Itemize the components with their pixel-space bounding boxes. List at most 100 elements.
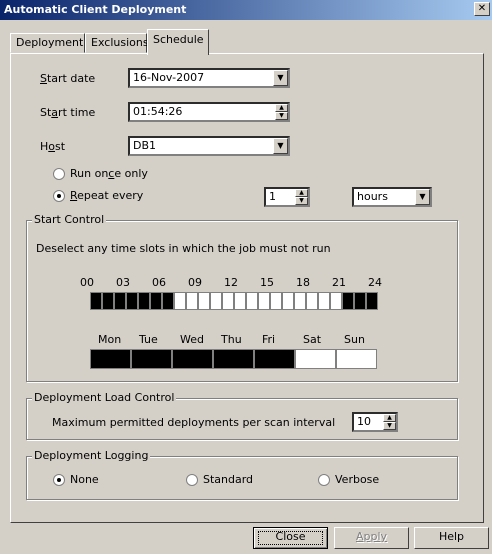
hour-slot[interactable] xyxy=(366,292,378,310)
day-label: Fri xyxy=(262,333,276,346)
hour-slot[interactable] xyxy=(270,292,282,310)
start-time-field[interactable]: 01:54:26 ▲ ▼ xyxy=(128,102,290,122)
run-once-radio[interactable] xyxy=(53,168,65,180)
start-date-label: Start date xyxy=(40,72,96,85)
apply-button-label: Apply xyxy=(355,530,388,543)
day-labels: Mon Tue Wed Thu Fri Sat Sun xyxy=(90,333,378,347)
logging-title: Deployment Logging xyxy=(32,449,151,462)
day-label: Thu xyxy=(221,333,242,346)
repeat-interval-field[interactable]: 1 ▲ ▼ xyxy=(264,187,310,207)
hour-slot[interactable] xyxy=(174,292,186,310)
day-slot[interactable] xyxy=(254,349,295,369)
hour-slot[interactable] xyxy=(342,292,354,310)
start-time-label: Start time xyxy=(40,106,96,119)
arrow-down-icon[interactable]: ▼ xyxy=(295,197,308,205)
apply-button[interactable]: Apply xyxy=(334,527,409,549)
max-deployments-field[interactable]: 10 ▲ ▼ xyxy=(352,412,398,432)
hour-slot[interactable] xyxy=(162,292,174,310)
repeat-unit-value: hours xyxy=(357,190,388,203)
close-icon[interactable]: ✕ xyxy=(474,2,490,16)
hour-label: 03 xyxy=(116,276,130,289)
start-time-spinner[interactable]: ▲ ▼ xyxy=(275,104,288,120)
arrow-up-icon[interactable]: ▲ xyxy=(383,414,396,422)
day-slot[interactable] xyxy=(336,349,377,369)
day-label: Wed xyxy=(180,333,204,346)
repeat-every-radio[interactable] xyxy=(53,190,65,202)
hour-label: 15 xyxy=(260,276,274,289)
arrow-down-icon[interactable]: ▼ xyxy=(275,112,288,120)
hour-label: 09 xyxy=(188,276,202,289)
day-label: Sun xyxy=(344,333,365,346)
help-button-label: Help xyxy=(438,530,465,543)
hour-label: 24 xyxy=(368,276,382,289)
close-button[interactable]: Close xyxy=(253,527,328,549)
hour-slot[interactable] xyxy=(150,292,162,310)
start-date-field[interactable]: 16-Nov-2007 ▼ xyxy=(128,68,290,88)
hour-slot[interactable] xyxy=(222,292,234,310)
logging-none-radio[interactable] xyxy=(53,474,65,486)
logging-none-label: None xyxy=(70,473,99,486)
hour-labels: 00 03 06 09 12 15 18 21 24 xyxy=(80,276,390,290)
day-label: Sat xyxy=(303,333,322,346)
logging-standard-radio[interactable] xyxy=(186,474,198,486)
repeat-every-label: Repeat every xyxy=(70,189,144,202)
hour-slot[interactable] xyxy=(126,292,138,310)
hour-slot[interactable] xyxy=(90,292,102,310)
host-field[interactable]: DB1 ▼ xyxy=(128,136,290,156)
max-deployments-value: 10 xyxy=(357,415,371,428)
hour-slot[interactable] xyxy=(330,292,342,310)
hour-slot[interactable] xyxy=(258,292,270,310)
logging-verbose-label: Verbose xyxy=(335,473,380,486)
day-slot[interactable] xyxy=(172,349,213,369)
hour-slot[interactable] xyxy=(318,292,330,310)
day-slot[interactable] xyxy=(213,349,254,369)
title-bar: Automatic Client Deployment ✕ xyxy=(0,0,492,20)
start-control-title: Start Control xyxy=(32,213,107,226)
start-time-value: 01:54:26 xyxy=(133,105,183,118)
hour-slot[interactable] xyxy=(138,292,150,310)
tab-deployment[interactable]: Deployment xyxy=(10,33,85,53)
host-label: Host xyxy=(40,140,66,153)
arrow-down-icon[interactable]: ▼ xyxy=(383,422,396,430)
hour-slot[interactable] xyxy=(198,292,210,310)
chevron-down-icon[interactable]: ▼ xyxy=(415,189,430,205)
hour-slot[interactable] xyxy=(294,292,306,310)
load-control-label: Maximum permitted deployments per scan i… xyxy=(52,416,336,429)
day-slot[interactable] xyxy=(90,349,131,369)
day-slot[interactable] xyxy=(131,349,172,369)
arrow-up-icon[interactable]: ▲ xyxy=(295,189,308,197)
day-slot-grid xyxy=(90,349,378,369)
day-label: Tue xyxy=(139,333,158,346)
tab-schedule[interactable]: Schedule xyxy=(147,29,209,55)
hour-slot[interactable] xyxy=(246,292,258,310)
logging-verbose-radio[interactable] xyxy=(318,474,330,486)
hour-label: 21 xyxy=(332,276,346,289)
hour-label: 06 xyxy=(152,276,166,289)
hour-slot[interactable] xyxy=(306,292,318,310)
hour-slot[interactable] xyxy=(102,292,114,310)
hour-slot[interactable] xyxy=(114,292,126,310)
hour-slot[interactable] xyxy=(210,292,222,310)
window-title: Automatic Client Deployment xyxy=(4,3,187,16)
tab-exclusions-label: Exclusions xyxy=(91,36,149,49)
repeat-unit-select[interactable]: hours ▼ xyxy=(352,187,432,207)
hour-slot-grid xyxy=(90,292,378,310)
day-slot[interactable] xyxy=(295,349,336,369)
hour-label: 18 xyxy=(296,276,310,289)
tab-deployment-label: Deployment xyxy=(16,36,84,49)
chevron-down-icon[interactable]: ▼ xyxy=(273,138,288,154)
hour-slot[interactable] xyxy=(282,292,294,310)
arrow-up-icon[interactable]: ▲ xyxy=(275,104,288,112)
tab-schedule-label: Schedule xyxy=(153,33,204,46)
max-deployments-spinner[interactable]: ▲ ▼ xyxy=(383,414,396,430)
repeat-interval-spinner[interactable]: ▲ ▼ xyxy=(295,189,308,205)
hour-label: 00 xyxy=(80,276,94,289)
hour-slot[interactable] xyxy=(186,292,198,310)
host-value: DB1 xyxy=(133,139,157,152)
hour-label: 12 xyxy=(224,276,238,289)
hour-slot[interactable] xyxy=(234,292,246,310)
tab-exclusions[interactable]: Exclusions xyxy=(85,33,149,53)
hour-slot[interactable] xyxy=(354,292,366,310)
chevron-down-icon[interactable]: ▼ xyxy=(273,70,288,86)
help-button[interactable]: Help xyxy=(414,527,489,549)
